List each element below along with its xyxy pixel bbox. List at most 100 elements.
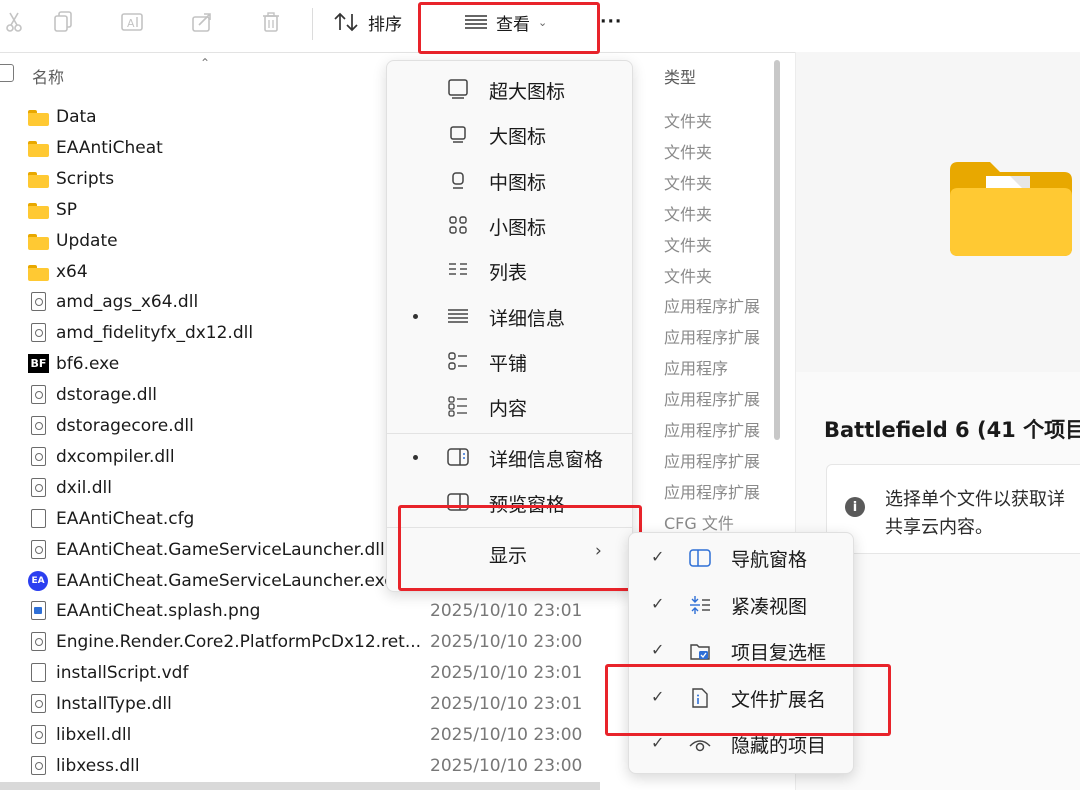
info-text-line2: 共享云内容。	[885, 517, 993, 538]
menu-item-smalls-icon[interactable]: 小图标	[387, 203, 632, 247]
menu-item-details-pane[interactable]: 详细信息窗格	[387, 435, 632, 479]
menu-item-larges-icon[interactable]: 大图标	[387, 112, 632, 156]
dll-file-icon	[28, 539, 50, 560]
file-type: 文件夹	[664, 204, 713, 224]
sort-button[interactable]: 排序	[334, 6, 402, 38]
sort-icon	[334, 12, 358, 32]
file-name: installScript.vdf	[56, 663, 189, 684]
file-type: 文件夹	[664, 112, 713, 131]
column-name-header[interactable]: 名称	[32, 64, 64, 88]
view-button[interactable]: 查看 ⌄	[464, 6, 547, 38]
folder-icon	[28, 107, 50, 127]
dll-file-icon	[28, 446, 50, 467]
menu-item-label: 小图标	[489, 216, 547, 239]
menu-item-tiles[interactable]: 平铺	[387, 339, 632, 383]
menu-item-extra-larges-icon[interactable]: 超大图标	[387, 67, 632, 111]
medium-icons-icon	[452, 171, 464, 189]
view-icon	[465, 15, 487, 29]
menu-separator	[387, 433, 632, 434]
share-icon[interactable]	[188, 8, 216, 36]
file-date: 2025/10/10 23:00	[430, 725, 583, 745]
menu-item-label: 预览窗格	[489, 494, 566, 516]
submenu-item-label: 项目复选框	[731, 642, 827, 664]
selected-bullet-icon	[413, 313, 418, 319]
submenu-item-label: 文件扩展名	[731, 688, 827, 711]
dll-file-icon	[28, 632, 50, 652]
file-date: 2025/10/10 23:01	[430, 663, 583, 684]
file-row[interactable]: libxess.dll 2025/10/10 23:00	[0, 751, 650, 782]
file-name: EAAntiCheat.GameServiceLauncher.dll	[56, 539, 385, 560]
copy-icon[interactable]	[50, 8, 78, 36]
file-name: amd_ags_x64.dll	[56, 292, 199, 313]
content-icon	[448, 396, 467, 417]
show-submenu: ✓ 导航窗格 ✓ 紧凑视图 ✓ 项目复选框 ✓ 文件扩展名 ✓ 隐藏的项目	[628, 532, 854, 774]
submenu-item-file-extension[interactable]: ✓ 文件扩展名	[629, 675, 853, 721]
menu-item-content[interactable]: 内容	[387, 384, 632, 428]
info-text-line1: 选择单个文件以获取详	[885, 489, 1065, 510]
menu-item-label: 详细信息窗格	[489, 449, 604, 471]
delete-icon[interactable]	[257, 8, 285, 36]
file-name: SP	[56, 199, 78, 220]
submenu-item-item-checkbox[interactable]: ✓ 项目复选框	[629, 628, 853, 674]
large-icons-icon	[450, 126, 466, 144]
dll-file-icon	[28, 385, 50, 405]
file-name: EAAntiCheat	[56, 137, 163, 158]
vertical-scrollbar[interactable]	[774, 60, 780, 440]
menu-item-list[interactable]: 列表	[387, 248, 632, 292]
file-type: 应用程序扩展	[664, 297, 761, 317]
file-icon	[28, 508, 50, 529]
file-date: 2025/10/10 23:01	[430, 601, 583, 622]
file-name: InstallType.dll	[56, 694, 172, 715]
command-bar: A 排序 查看 ⌄ ···	[0, 0, 1080, 53]
file-row[interactable]: Engine.Render.Core2.PlatformPcDx12.ret..…	[0, 627, 650, 658]
menu-item-label: 内容	[489, 398, 528, 421]
rename-icon[interactable]: A	[118, 8, 146, 36]
submenu-item-label: 导航窗格	[731, 549, 808, 571]
dll-file-icon	[28, 725, 50, 745]
more-options-button[interactable]: ···	[600, 6, 622, 38]
info-icon: i	[845, 497, 865, 517]
file-row[interactable]: libxell.dll 2025/10/10 23:00	[0, 720, 650, 751]
sort-label: 排序	[368, 14, 402, 35]
dll-file-icon	[28, 292, 50, 312]
file-type: 应用程序	[664, 359, 729, 379]
selected-bullet-icon	[413, 455, 418, 460]
file-name: EAAntiCheat.splash.png	[56, 601, 261, 622]
file-type: 应用程序扩展	[664, 421, 761, 440]
file-date: 2025/10/10 23:01	[430, 694, 583, 715]
submenu-item-hidden-items[interactable]: ✓ 隐藏的项目	[629, 721, 853, 767]
column-type-header[interactable]: 类型	[664, 64, 696, 88]
folder-icon	[28, 231, 50, 251]
file-type: CFG 文件	[664, 513, 734, 533]
submenu-item-compact-view[interactable]: ✓ 紧凑视图	[629, 582, 853, 628]
file-name: Update	[56, 230, 118, 251]
extra-large-icons-icon	[448, 79, 468, 99]
file-date: 2025/10/10 23:00	[430, 755, 583, 776]
file-row[interactable]: installScript.vdf 2025/10/10 23:01	[0, 658, 650, 689]
file-name: dstoragecore.dll	[56, 416, 194, 436]
menu-item-details[interactable]: 详细信息	[387, 294, 632, 338]
image-file-icon	[28, 601, 50, 621]
folder-icon	[28, 200, 50, 220]
horizontal-scrollbar[interactable]	[0, 782, 600, 790]
submenu-item-label: 紧凑视图	[731, 595, 808, 618]
file-row[interactable]: InstallType.dll 2025/10/10 23:01	[0, 689, 650, 720]
file-name: EAAntiCheat.GameServiceLauncher.exe	[56, 570, 395, 591]
menu-item-show[interactable]: 显示 ›	[387, 531, 632, 575]
submenu-item-navigation-pane[interactable]: ✓ 导航窗格	[629, 535, 853, 581]
file-row[interactable]: EAAntiCheat.splash.png 2025/10/10 23:01	[0, 596, 650, 627]
menu-item-preview-pane[interactable]: 预览窗格	[387, 480, 632, 524]
file-type: 应用程序扩展	[664, 328, 761, 348]
folder-icon	[28, 138, 50, 158]
view-label: 查看	[496, 14, 530, 35]
menu-item-label: 大图标	[489, 126, 547, 149]
checkmark-icon: ✓	[651, 640, 665, 659]
menu-item-mediums-icon[interactable]: 中图标	[387, 158, 632, 202]
file-icon	[28, 663, 50, 683]
select-all-checkbox[interactable]	[0, 64, 14, 82]
file-name: libxess.dll	[56, 755, 140, 776]
menu-item-label: 详细信息	[489, 307, 566, 330]
menu-item-label: 列表	[489, 262, 528, 285]
file-name: Engine.Render.Core2.PlatformPcDx12.ret..…	[56, 632, 422, 653]
cut-icon[interactable]	[0, 8, 28, 36]
